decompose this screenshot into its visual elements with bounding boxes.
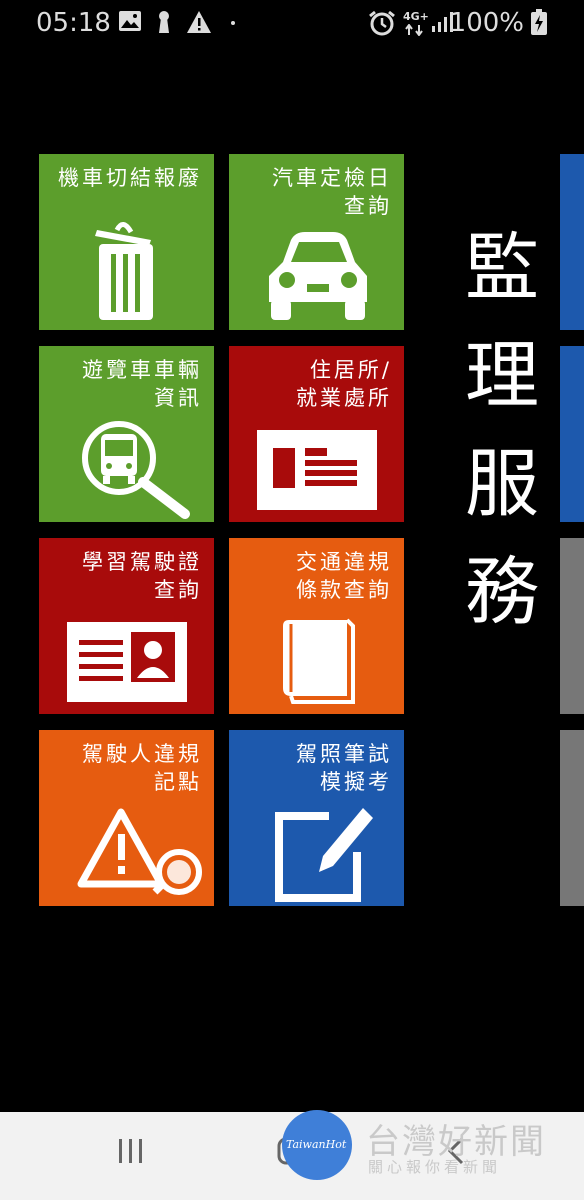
- tile-residence-workplace[interactable]: 住居所/ 就業處所: [229, 346, 404, 522]
- section-title: 監 理 服 務: [462, 214, 542, 646]
- status-time: 05:18: [36, 8, 111, 38]
- tile-learner-permit[interactable]: 學習駕駛證 查詢: [39, 538, 214, 714]
- bus-magnifier-icon: [82, 421, 190, 519]
- section-title-char: 理: [465, 333, 539, 419]
- car-icon: [269, 232, 367, 320]
- id-card-icon: [67, 622, 187, 702]
- news-watermark: TaiwanHot 台灣好新聞 關心報你看新聞: [282, 1108, 582, 1200]
- alarm-icon: [369, 10, 395, 36]
- recent-apps-icon[interactable]: [116, 1136, 146, 1166]
- section-title-char: 監: [465, 225, 539, 311]
- address-card-icon: [257, 430, 377, 510]
- tile-vehicle-inspection-date[interactable]: 汽車定檢日 查詢: [229, 154, 404, 330]
- dot-icon: [231, 21, 235, 25]
- watermark-subtitle: 關心報你看新聞: [368, 1158, 502, 1176]
- tile-tour-bus-info[interactable]: 遊覽車車輛 資訊: [39, 346, 214, 522]
- trash-can-icon: [95, 222, 153, 320]
- tile-label: 機車切結報廢: [58, 166, 202, 190]
- book-icon: [283, 618, 355, 704]
- edit-pencil-icon: [275, 808, 373, 902]
- tile-scooter-scrap[interactable]: 機車切結報廢: [39, 154, 214, 330]
- warning-magnifier-icon: [77, 808, 202, 895]
- data-arrows-icon: [405, 24, 423, 36]
- next-page-tile[interactable]: [560, 730, 584, 906]
- image-icon: [119, 11, 141, 31]
- tile-license-written-test[interactable]: 駕照筆試 模擬考: [229, 730, 404, 906]
- section-title-char: 服: [465, 441, 539, 527]
- network-type: 4G+: [403, 10, 429, 23]
- status-bar: 05:18 4G+ 100%: [0, 0, 584, 46]
- keyhole-icon: [159, 11, 169, 33]
- next-page-tile[interactable]: [560, 154, 584, 330]
- next-page-tile[interactable]: [560, 346, 584, 522]
- battery-percent: 100%: [449, 8, 524, 38]
- tile-driver-violation-points[interactable]: 駕駛人違規 記點: [39, 730, 214, 906]
- warning-icon: [187, 11, 211, 33]
- tile-traffic-violation-terms[interactable]: 交通違規 條款查詢: [229, 538, 404, 714]
- battery-charging-icon: [531, 9, 547, 35]
- watermark-logo-text: TaiwanHot: [286, 1138, 347, 1151]
- section-title-char: 務: [465, 549, 539, 635]
- next-page-tile[interactable]: [560, 538, 584, 714]
